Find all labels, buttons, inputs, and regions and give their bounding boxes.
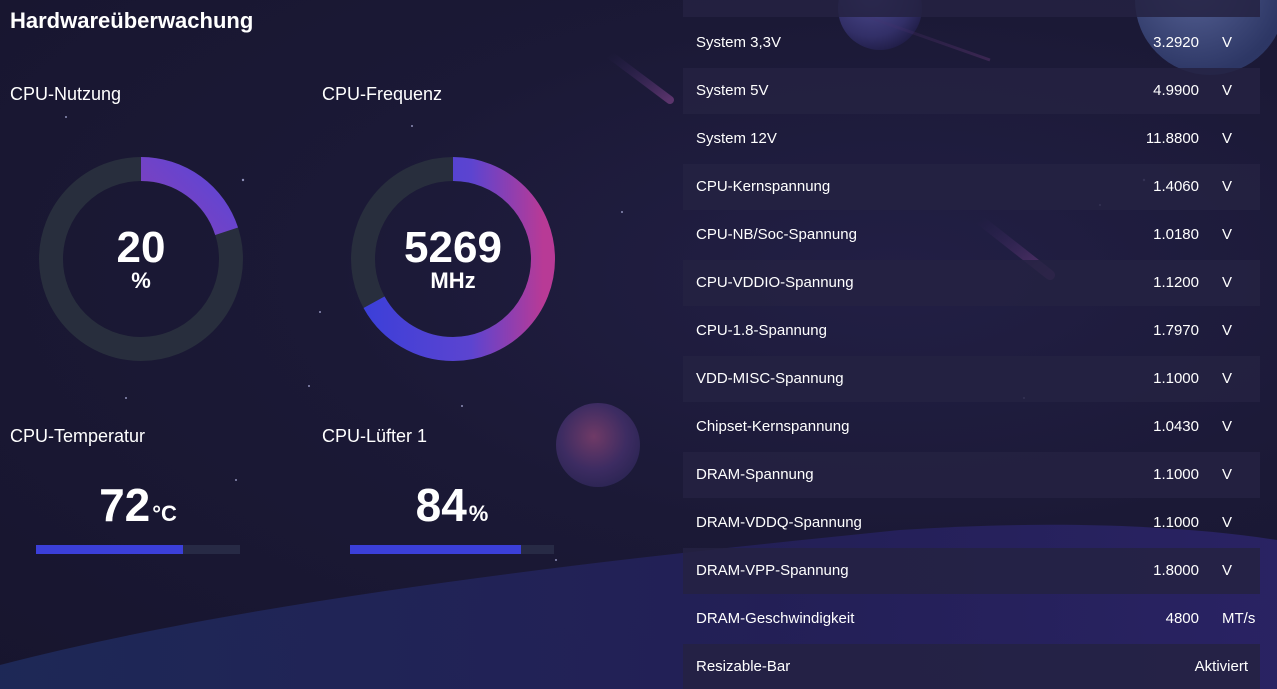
sensor-value: 1.7970 xyxy=(1153,322,1199,339)
cpu-temperature-unit: °C xyxy=(152,501,177,526)
sensor-unit: V xyxy=(1222,370,1233,387)
cpu-temperature-bar xyxy=(36,545,240,554)
sensor-row: System 3,3V 3.2920 V xyxy=(683,20,1260,66)
sensor-unit: V xyxy=(1222,322,1233,339)
cpu-frequency-gauge: 5269 MHz xyxy=(351,157,555,361)
hardware-monitor-page: Hardwareüberwachung CPU-Nutzung 20 % CPU… xyxy=(0,0,1277,689)
sensor-unit: V xyxy=(1222,274,1233,291)
sensor-value: 1.1000 xyxy=(1153,466,1199,483)
sensor-name: System 12V xyxy=(696,130,777,147)
sensor-unit: V xyxy=(1222,178,1233,195)
sensor-name: CPU-Kernspannung xyxy=(696,178,831,195)
sensor-value: 1.0180 xyxy=(1153,226,1199,243)
sensor-row: CPU-VDDIO-Spannung 1.1200 V xyxy=(683,260,1260,306)
sensor-row: CPU-NB/Soc-Spannung 1.0180 V xyxy=(683,212,1260,258)
sensor-row: System 5V 4.9900 V xyxy=(683,68,1260,114)
sensor-row: DRAM-Geschwindigkeit 4800 MT/s xyxy=(683,596,1260,642)
sensor-row: DRAM-Spannung 1.1000 V xyxy=(683,452,1260,498)
sensor-row: VDD-MISC-Spannung 1.1000 V xyxy=(683,356,1260,402)
sensor-value: 4800 xyxy=(1165,610,1199,627)
sensor-value: 1.1000 xyxy=(1153,514,1199,531)
cpu-temperature-readout: 72°C xyxy=(36,478,240,532)
resizable-bar-name: Resizable-Bar xyxy=(696,658,791,675)
resizable-bar-status: Aktiviert xyxy=(1194,658,1248,675)
sensor-name: CPU-VDDIO-Spannung xyxy=(696,274,854,291)
resizable-bar-row: Resizable-Bar Aktiviert xyxy=(683,644,1260,689)
cpu-temperature-bar-fill xyxy=(36,545,183,554)
sensor-unit: V xyxy=(1222,82,1233,99)
sensor-value: 1.1000 xyxy=(1153,370,1199,387)
sensor-name: Chipset-Kernspannung xyxy=(696,418,850,435)
cpu-usage-label: CPU-Nutzung xyxy=(10,84,122,104)
sensor-row: CPU-Kernspannung 1.4060 V xyxy=(683,164,1260,210)
sensor-value: 11.8800 xyxy=(1145,130,1199,147)
sensor-table: System 3,3V 3.2920 V System 5V 4.9900 V System… xyxy=(683,0,1261,689)
cpu-temperature-value: 72 xyxy=(99,479,151,531)
sensor-unit: MT/s xyxy=(1222,610,1256,627)
sensor-name: DRAM-VDDQ-Spannung xyxy=(696,514,862,531)
sensor-name: DRAM-VPP-Spannung xyxy=(696,562,849,579)
sensor-unit: V xyxy=(1222,514,1233,531)
sensor-row: DRAM-VPP-Spannung 1.8000 V xyxy=(683,548,1260,594)
sensor-unit: V xyxy=(1222,226,1233,243)
cpu-fan-bar xyxy=(350,545,554,554)
cpu-frequency-unit: MHz xyxy=(430,268,476,293)
sensor-value: 4.9900 xyxy=(1153,82,1199,99)
sensor-row: System 12V 11.8800 V xyxy=(683,116,1260,162)
sensor-name: CPU-1.8-Spannung xyxy=(696,322,827,339)
cpu-frequency-value: 5269 xyxy=(404,223,502,272)
sensor-row: DRAM-VDDQ-Spannung 1.1000 V xyxy=(683,500,1260,546)
sensor-value: 1.8000 xyxy=(1153,562,1199,579)
cpu-fan-label: CPU-Lüfter 1 xyxy=(322,426,428,446)
cpu-fan-bar-fill xyxy=(350,545,522,554)
cpu-usage-gauge: 20 % xyxy=(39,157,243,361)
cpu-fan-readout: 84% xyxy=(350,478,554,532)
sensor-unit: V xyxy=(1222,34,1233,51)
cpu-frequency-label: CPU-Frequenz xyxy=(322,84,443,104)
sensor-name: CPU-NB/Soc-Spannung xyxy=(696,226,857,243)
sensor-name: VDD-MISC-Spannung xyxy=(696,370,844,387)
sensor-row: CPU-1.8-Spannung 1.7970 V xyxy=(683,308,1260,354)
sensor-unit: V xyxy=(1222,466,1233,483)
sensor-value: 1.4060 xyxy=(1153,178,1199,195)
sensor-table-top-edge xyxy=(683,0,1260,17)
sensor-row: Chipset-Kernspannung 1.0430 V xyxy=(683,404,1260,450)
sensor-value: 1.1200 xyxy=(1153,274,1199,291)
page-title: Hardwareüberwachung xyxy=(10,8,254,33)
sensor-value: 3.2920 xyxy=(1153,34,1199,51)
sensor-name: System 5V xyxy=(696,82,769,99)
cpu-usage-value: 20 xyxy=(116,223,166,272)
sensor-name: DRAM-Spannung xyxy=(696,466,814,483)
sensor-name: System 3,3V xyxy=(696,34,782,51)
sensor-value: 1.0430 xyxy=(1153,418,1199,435)
cpu-usage-unit: % xyxy=(131,268,151,293)
cpu-temperature-label: CPU-Temperatur xyxy=(10,426,146,446)
sensor-unit: V xyxy=(1222,418,1233,435)
sensor-name: DRAM-Geschwindigkeit xyxy=(696,610,855,627)
cpu-fan-value: 84 xyxy=(415,479,467,531)
sensor-unit: V xyxy=(1222,562,1233,579)
cpu-fan-unit: % xyxy=(468,501,489,526)
sensor-unit: V xyxy=(1222,130,1233,147)
